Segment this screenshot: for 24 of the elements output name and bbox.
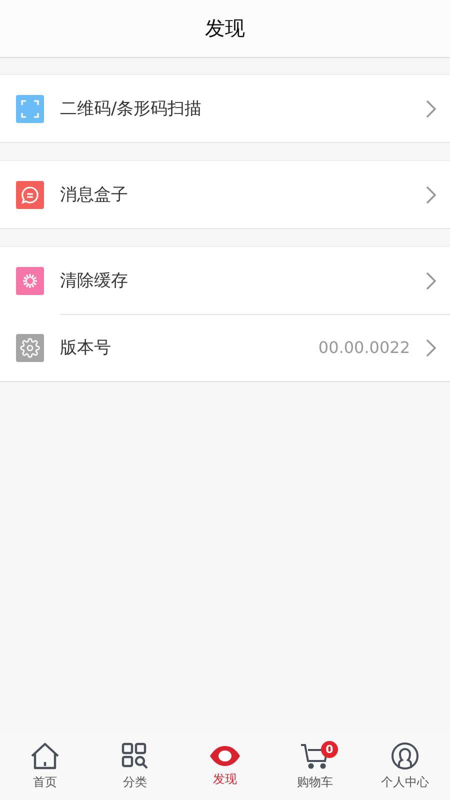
chevron-icon — [426, 338, 436, 356]
nav-tab[interactable]: 0 购物车 — [270, 732, 360, 800]
chevron-icon — [426, 100, 436, 118]
chevron-icon — [426, 272, 436, 290]
grid-search-icon — [121, 742, 149, 770]
nav-tab[interactable]: 分类 — [90, 732, 180, 800]
menu-label: 版本号 — [60, 337, 112, 359]
nav-tab[interactable]: 发现 — [180, 732, 270, 800]
menu-row[interactable]: 版本号 00.00.0022 — [0, 314, 450, 381]
eye-icon — [209, 744, 241, 766]
nav-tab[interactable]: 首页 — [0, 732, 90, 800]
chevron-icon — [426, 186, 436, 204]
home-icon — [30, 742, 60, 770]
version-value: 00.00.0022 — [318, 338, 410, 357]
menu-row[interactable]: 清除缓存 — [0, 247, 450, 314]
menu-row[interactable]: 消息盒子 — [0, 161, 450, 228]
menu-label: 清除缓存 — [60, 270, 129, 292]
nav-tab[interactable]: 个人中心 — [360, 732, 450, 800]
page-title: 发现 — [205, 15, 245, 42]
menu-row[interactable]: 二维码/条形码扫描 — [0, 75, 450, 142]
user-icon — [391, 742, 419, 770]
menu-label: 二维码/条形码扫描 — [60, 98, 203, 120]
cart-count-badge: 0 — [321, 741, 338, 758]
menu-label: 消息盒子 — [60, 184, 129, 206]
